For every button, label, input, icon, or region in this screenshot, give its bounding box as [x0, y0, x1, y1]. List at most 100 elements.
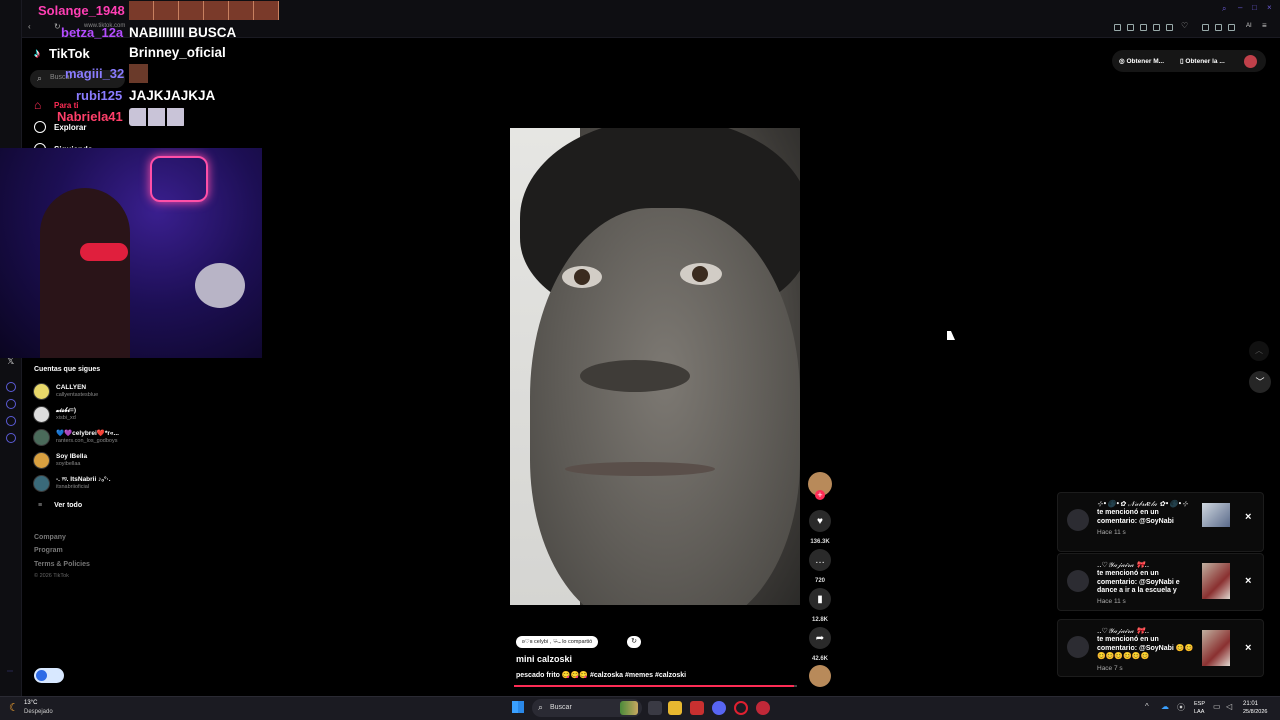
extension-toggle[interactable] — [34, 668, 64, 683]
get-desktop-button[interactable]: ▯ Obtener la ... — [1180, 57, 1225, 65]
search-icon[interactable]: ⌕ — [1222, 4, 1226, 14]
extension-icon[interactable] — [1153, 24, 1160, 31]
chat-username: rubi125 — [76, 88, 123, 103]
account-item[interactable]: -. ᵞᵍ. ItsNabrii ♪ₒ°·. itsnabriioficial — [33, 475, 111, 492]
windows-start-icon[interactable] — [512, 701, 524, 713]
avatar — [1067, 636, 1089, 658]
footer-company-link[interactable]: Company — [34, 534, 66, 541]
avatar — [1067, 570, 1089, 592]
clock-time[interactable]: 21:01 — [1243, 701, 1258, 707]
repost-icon[interactable]: ↻ — [627, 636, 641, 648]
footer-program-link[interactable]: Program — [34, 547, 63, 554]
music-disc-button[interactable] — [808, 665, 832, 687]
save-button[interactable]: ▮ 12.8K — [808, 588, 832, 623]
close-window-icon[interactable]: × — [1267, 3, 1272, 12]
previous-video-button[interactable]: ︿ — [1249, 341, 1269, 361]
get-app-label: Obtener M... — [1126, 58, 1165, 65]
tiktok-logo[interactable]: ♪ TikTok — [34, 46, 90, 61]
ai-button[interactable]: AI — [1246, 23, 1252, 29]
notification-card[interactable]: ⊹•🌑•✿ 𝒩𝒶𝒷𝓇𝒾𝑒𝓁𝒶 ✿•🌑•⊹ te mencionó en un c… — [1057, 492, 1264, 552]
like-button[interactable]: ♥ 136.3K — [808, 510, 832, 545]
account-username: xisbi_xd — [56, 415, 76, 421]
heart-icon[interactable]: ♡ — [1181, 21, 1188, 30]
language-indicator[interactable]: ESP — [1194, 701, 1205, 707]
discord-icon[interactable] — [712, 701, 726, 715]
settings-icon[interactable] — [6, 433, 16, 443]
sidebar-app-icon[interactable] — [6, 416, 16, 426]
share-button[interactable]: ➦ 42.6K — [808, 627, 832, 662]
moon-weather-icon[interactable]: ☾ — [9, 701, 19, 714]
music-disc-icon — [809, 665, 831, 687]
follow-plus-icon[interactable]: + — [815, 490, 825, 500]
notification-user: ⊹•🌑•✿ 𝒩𝒶𝒷𝓇𝒾𝑒𝓁𝒶 ✿•🌑•⊹ — [1097, 500, 1188, 508]
footer-terms-link[interactable]: Terms & Policies — [34, 561, 90, 568]
chat-username: Nabriela41 — [57, 109, 123, 124]
avatar — [33, 406, 50, 423]
extension-icon[interactable] — [1114, 24, 1121, 31]
account-item[interactable]: 𝔁𝓲𝓼𝓫𝓲=) xisbi_xd — [33, 406, 76, 423]
account-item[interactable]: 💙💜celybrei❤️*r«... ranters.con_los_godboy… — [33, 429, 119, 446]
video-title[interactable]: mini calzoski — [516, 654, 572, 664]
microphone-icon[interactable]: ⦿ — [1177, 702, 1185, 713]
search-icon: ⌕ — [37, 73, 43, 83]
close-icon[interactable]: × — [1245, 642, 1251, 654]
extension-icon[interactable] — [1228, 24, 1235, 31]
keyboard-layout[interactable]: LAA — [1194, 709, 1204, 715]
download-icon[interactable] — [1215, 24, 1222, 31]
search-highlight-icon[interactable] — [620, 701, 638, 715]
next-video-button[interactable]: ﹀ — [1249, 371, 1271, 393]
extension-icon[interactable] — [1202, 24, 1209, 31]
maximize-icon[interactable]: □ — [1252, 3, 1257, 12]
emote-icon — [129, 64, 148, 83]
red-sunglasses — [80, 243, 128, 261]
shared-by-pill[interactable]: ʚ♡ɞ celybi , ♡̶ ̶. lo compartió — [516, 636, 599, 648]
sidebar-app-icon[interactable] — [6, 382, 16, 392]
account-name: CALLYEN — [56, 384, 87, 391]
opera-gx-icon[interactable] — [756, 701, 770, 715]
notification-card[interactable]: ..♡𝒴𝒶𝒿𝒶𝒾𝓇𝒶 🎀.. te mencionó en un comenta… — [1057, 619, 1264, 677]
avatar — [33, 383, 50, 400]
see-all-button[interactable]: ≡ Ver todo — [38, 502, 82, 509]
account-item[interactable]: CALLYEN callyentastesblue — [33, 383, 98, 400]
comment-button[interactable]: … 720 — [808, 549, 832, 584]
plush-toy — [195, 263, 245, 308]
chat-username: magiii_32 — [65, 66, 125, 81]
task-view-icon[interactable] — [648, 701, 662, 715]
profile-avatar[interactable] — [1244, 55, 1257, 68]
emote-strip — [129, 1, 279, 20]
save-count: 12.8K — [811, 617, 828, 623]
notification-card[interactable]: ..♡𝒴𝒶𝒿𝒶𝒾𝓇𝒶 🎀.. te mencionó en un comenta… — [1057, 553, 1264, 611]
chevron-up-icon[interactable]: ^ — [1145, 702, 1149, 711]
extension-icon[interactable] — [1166, 24, 1173, 31]
compass-icon — [34, 121, 46, 133]
minimize-icon[interactable]: – — [1238, 3, 1242, 12]
weather-description[interactable]: Despejado — [24, 709, 53, 715]
file-explorer-icon[interactable] — [668, 701, 682, 715]
onedrive-icon[interactable]: ☁ — [1161, 702, 1169, 711]
reload-icon[interactable]: ↻ — [54, 22, 61, 31]
search-label: Buscar — [550, 704, 572, 711]
menu-icon[interactable]: ≡ — [1262, 21, 1267, 30]
get-app-button[interactable]: ◎ Obtener M... — [1119, 57, 1164, 65]
opera-icon[interactable] — [734, 701, 748, 715]
close-icon[interactable]: × — [1245, 575, 1251, 587]
video-progress-bar[interactable] — [514, 685, 797, 687]
video-player[interactable] — [510, 128, 800, 605]
sidebar-app-icon[interactable] — [6, 399, 16, 409]
volume-icon[interactable]: ◁ — [1226, 702, 1232, 711]
account-username: itsnabriioficial — [56, 484, 90, 490]
network-icon[interactable]: ▭ — [1213, 702, 1221, 711]
back-icon[interactable]: ‹ — [28, 22, 31, 31]
close-icon[interactable]: × — [1245, 511, 1251, 523]
notification-user: ..♡𝒴𝒶𝒿𝒶𝒾𝓇𝒶 🎀.. — [1097, 627, 1150, 635]
app-icon[interactable] — [690, 701, 704, 715]
weather-temperature[interactable]: 13°C — [24, 700, 37, 706]
list-icon: ≡ — [38, 502, 43, 509]
clock-date[interactable]: 25/8/2026 — [1243, 709, 1267, 715]
shield-icon[interactable] — [1140, 24, 1147, 31]
more-icon[interactable]: ⋯ — [7, 668, 13, 675]
author-avatar-button[interactable]: + — [808, 472, 832, 500]
extension-icon[interactable] — [1127, 24, 1134, 31]
share-count: 42.6K — [811, 656, 828, 662]
account-item[interactable]: Soy IBella soyibellaa — [33, 452, 87, 469]
